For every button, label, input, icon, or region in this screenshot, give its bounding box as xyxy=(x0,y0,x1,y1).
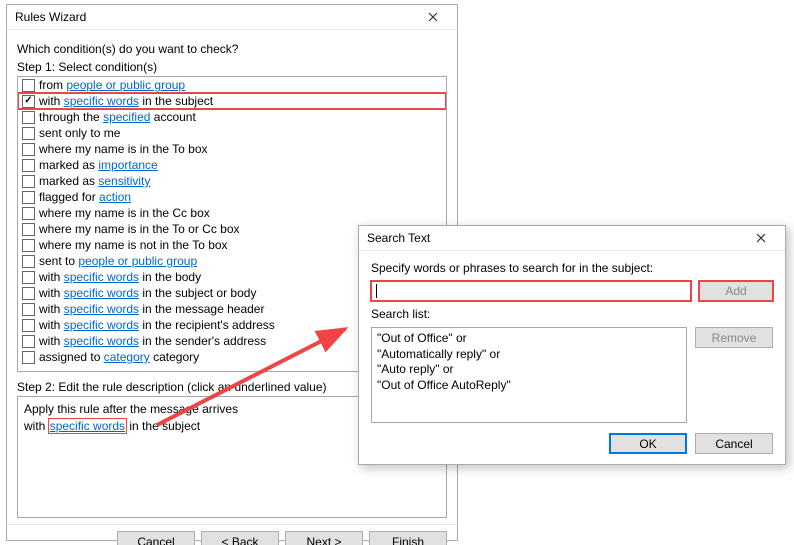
condition-text: with specific words in the recipient's a… xyxy=(39,317,275,333)
search-list-label: Search list: xyxy=(371,307,773,321)
specific-words-link[interactable]: specific words xyxy=(49,419,126,433)
condition-checkbox[interactable] xyxy=(22,143,35,156)
condition-row[interactable]: where my name is in the Cc box xyxy=(18,205,446,221)
cancel-button[interactable]: Cancel xyxy=(117,531,195,545)
window-title: Rules Wizard xyxy=(15,10,413,24)
close-button[interactable] xyxy=(413,5,453,29)
condition-text: marked as importance xyxy=(39,157,158,173)
condition-text: where my name is in the To or Cc box xyxy=(39,221,240,237)
next-button[interactable]: Next > xyxy=(285,531,363,545)
condition-text: where my name is in the Cc box xyxy=(39,205,210,221)
search-close-button[interactable] xyxy=(741,226,781,250)
condition-row[interactable]: marked as sensitivity xyxy=(18,173,446,189)
condition-checkbox[interactable] xyxy=(22,255,35,268)
ok-button[interactable]: OK xyxy=(609,433,687,454)
side-column: Remove xyxy=(695,327,773,423)
dialog-button-row: OK Cancel xyxy=(371,433,773,454)
condition-link[interactable]: specified xyxy=(103,110,150,124)
search-list-item[interactable]: "Auto reply" or xyxy=(377,362,681,378)
condition-text: sent to people or public group xyxy=(39,253,197,269)
search-list-item[interactable]: "Out of Office" or xyxy=(377,331,681,347)
condition-text: with specific words in the body xyxy=(39,269,201,285)
condition-link[interactable]: specific words xyxy=(64,286,139,300)
text-caret xyxy=(376,284,377,298)
search-titlebar: Search Text xyxy=(359,226,785,251)
condition-checkbox[interactable] xyxy=(22,79,35,92)
search-prompt: Specify words or phrases to search for i… xyxy=(371,261,773,275)
input-row: Add xyxy=(371,281,773,301)
close-icon xyxy=(428,12,438,22)
finish-button[interactable]: Finish xyxy=(369,531,447,545)
condition-checkbox[interactable] xyxy=(22,287,35,300)
condition-link[interactable]: sensitivity xyxy=(98,174,150,188)
condition-row[interactable]: through the specified account xyxy=(18,109,446,125)
condition-checkbox[interactable] xyxy=(22,111,35,124)
search-list-item[interactable]: "Out of Office AutoReply" xyxy=(377,378,681,394)
condition-link[interactable]: specific words xyxy=(64,318,139,332)
condition-text: where my name is not in the To box xyxy=(39,237,228,253)
condition-row[interactable]: from people or public group xyxy=(18,77,446,93)
condition-checkbox[interactable] xyxy=(22,191,35,204)
condition-checkbox[interactable] xyxy=(22,207,35,220)
search-body: Specify words or phrases to search for i… xyxy=(359,251,785,464)
condition-link[interactable]: specific words xyxy=(64,94,139,108)
condition-checkbox[interactable] xyxy=(22,159,35,172)
condition-checkbox[interactable] xyxy=(22,127,35,140)
condition-checkbox[interactable] xyxy=(22,303,35,316)
search-text-dialog: Search Text Specify words or phrases to … xyxy=(358,225,786,465)
condition-row[interactable]: with specific words in the subject xyxy=(18,93,446,109)
condition-text: with specific words in the subject xyxy=(39,93,213,109)
condition-text: assigned to category category xyxy=(39,349,199,365)
condition-row[interactable]: where my name is in the To box xyxy=(18,141,446,157)
condition-text: sent only to me xyxy=(39,125,120,141)
condition-link[interactable]: importance xyxy=(98,158,157,172)
condition-text: with specific words in the subject or bo… xyxy=(39,285,256,301)
condition-checkbox[interactable] xyxy=(22,223,35,236)
search-title: Search Text xyxy=(367,231,741,245)
step1-label: Step 1: Select condition(s) xyxy=(17,60,447,74)
close-icon xyxy=(756,233,766,243)
condition-row[interactable]: flagged for action xyxy=(18,189,446,205)
remove-button[interactable]: Remove xyxy=(695,327,773,348)
condition-row[interactable]: sent only to me xyxy=(18,125,446,141)
search-list[interactable]: "Out of Office" or"Automatically reply" … xyxy=(371,327,687,423)
condition-link[interactable]: category xyxy=(104,350,150,364)
condition-text: flagged for action xyxy=(39,189,131,205)
condition-checkbox[interactable] xyxy=(22,239,35,252)
condition-checkbox[interactable] xyxy=(22,271,35,284)
condition-text: through the specified account xyxy=(39,109,196,125)
condition-checkbox[interactable] xyxy=(22,319,35,332)
search-input[interactable] xyxy=(371,281,691,301)
condition-text: with specific words in the message heade… xyxy=(39,301,264,317)
condition-checkbox[interactable] xyxy=(22,335,35,348)
condition-link[interactable]: specific words xyxy=(64,334,139,348)
search-cancel-button[interactable]: Cancel xyxy=(695,433,773,454)
condition-row[interactable]: marked as importance xyxy=(18,157,446,173)
condition-checkbox[interactable] xyxy=(22,95,35,108)
add-button[interactable]: Add xyxy=(699,281,773,301)
condition-link[interactable]: action xyxy=(99,190,131,204)
back-button[interactable]: < Back xyxy=(201,531,279,545)
condition-text: with specific words in the sender's addr… xyxy=(39,333,266,349)
condition-link[interactable]: people or public group xyxy=(66,78,185,92)
titlebar: Rules Wizard xyxy=(7,5,457,30)
condition-text: marked as sensitivity xyxy=(39,173,150,189)
condition-link[interactable]: people or public group xyxy=(78,254,197,268)
search-list-item[interactable]: "Automatically reply" or xyxy=(377,347,681,363)
question-label: Which condition(s) do you want to check? xyxy=(17,42,447,56)
condition-checkbox[interactable] xyxy=(22,351,35,364)
condition-checkbox[interactable] xyxy=(22,175,35,188)
condition-text: where my name is in the To box xyxy=(39,141,208,157)
condition-link[interactable]: specific words xyxy=(64,302,139,316)
wizard-button-row: Cancel < Back Next > Finish xyxy=(7,524,457,545)
condition-link[interactable]: specific words xyxy=(64,270,139,284)
condition-text: from people or public group xyxy=(39,77,185,93)
